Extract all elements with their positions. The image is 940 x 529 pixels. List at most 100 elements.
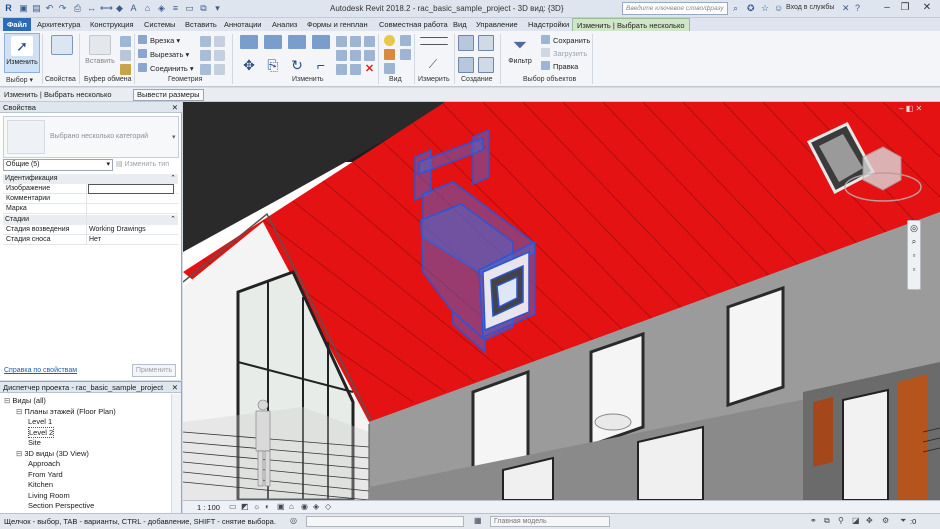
properties-help-link[interactable]: Справка по свойствам (4, 367, 77, 374)
steering-wheel-icon[interactable]: ◎ (908, 221, 920, 235)
trim-multiple-icon[interactable] (350, 36, 361, 47)
editable-only-icon[interactable]: ▦ (474, 516, 482, 525)
tab-9[interactable]: Вид (449, 18, 471, 31)
tag-icon[interactable]: ◆ (114, 3, 125, 14)
match-type-icon[interactable] (120, 64, 131, 75)
close-icon[interactable]: ✕ (915, 104, 922, 113)
mirror-axis-icon[interactable] (288, 35, 306, 49)
sign-in-menu[interactable]: Вход в службы (786, 4, 834, 11)
section-icon[interactable]: ◈ (156, 3, 167, 14)
browser-tree-item[interactable]: Section Perspective (28, 501, 94, 511)
print-icon[interactable]: ⎙ (72, 3, 83, 14)
user-icon[interactable]: ☺ (774, 3, 783, 14)
rotate-icon[interactable]: ↻ (288, 57, 306, 73)
mirror-line-icon[interactable] (312, 35, 330, 49)
workset-dropdown[interactable] (306, 516, 464, 527)
tab-0[interactable]: Файл (3, 18, 31, 31)
create-group-icon[interactable] (458, 57, 474, 73)
orbit-icon[interactable]: ▫ (908, 263, 920, 277)
cope-button[interactable]: Врезка ▾ (138, 35, 180, 46)
remove-paint-icon[interactable] (214, 64, 225, 75)
demolish-icon[interactable] (214, 36, 225, 47)
array-small-icon[interactable] (364, 50, 375, 61)
type-selector[interactable]: Выбрано несколько категорий ▾ (3, 116, 179, 158)
analytical-model-icon[interactable]: ◇ (325, 502, 331, 511)
align-icon[interactable] (240, 35, 258, 49)
delete-icon[interactable]: ✕ (364, 64, 375, 75)
tab-7[interactable]: Формы и генплан (303, 18, 372, 31)
browser-tree-item[interactable]: Kitchen (28, 480, 53, 490)
move-icon[interactable]: ✥ (240, 57, 258, 73)
detail-level-icon[interactable]: ▭ (229, 502, 237, 511)
design-option-dropdown[interactable]: Главная модель (490, 516, 610, 527)
wall-joins-icon[interactable] (200, 64, 211, 75)
properties-button[interactable] (44, 33, 80, 73)
group-identity-data[interactable]: Идентификация ⌃ (3, 174, 178, 184)
revit-logo-icon[interactable]: R (3, 3, 14, 14)
maximize-icon[interactable]: ❐ (898, 1, 912, 15)
scale-icon[interactable] (336, 64, 347, 75)
hide-in-view-icon[interactable] (384, 35, 395, 46)
exchange-apps-icon[interactable]: ✕ (842, 3, 850, 14)
filter-button[interactable]: ⏷ Фильтр (502, 33, 538, 73)
offset-icon[interactable] (264, 35, 282, 49)
subscription-icon[interactable]: ✪ (747, 3, 755, 14)
create-parts-icon[interactable] (478, 35, 494, 51)
select-underlay-icon[interactable]: ⧉ (824, 516, 830, 526)
linework-icon[interactable] (384, 63, 395, 74)
pin-icon[interactable] (350, 50, 361, 61)
edit-selection-button[interactable]: Правка (541, 61, 578, 72)
select-links-icon[interactable]: ⚭ (810, 516, 817, 525)
override-graphics-icon[interactable] (384, 49, 395, 60)
copy-element-icon[interactable]: ⎘ (264, 57, 282, 73)
split-icon[interactable] (336, 36, 347, 47)
minimize-icon[interactable]: – (899, 104, 903, 113)
view-option-2-icon[interactable] (400, 49, 411, 60)
load-selection-button[interactable]: Загрузить (541, 48, 587, 59)
select-by-face-icon[interactable]: ◪ (852, 516, 860, 525)
thin-lines-icon[interactable]: ≡ (170, 3, 181, 14)
filter-icon[interactable]: ⏷ (900, 516, 906, 526)
tab-5[interactable]: Аннотации (220, 18, 266, 31)
close-icon[interactable]: ✕ (169, 382, 178, 392)
property-row[interactable]: Изображение (3, 184, 178, 194)
tab-1[interactable]: Архитектура (33, 18, 84, 31)
scale-selector[interactable]: 1 : 100 (197, 503, 220, 512)
undo-icon[interactable]: ↶ (44, 3, 55, 14)
unpin-icon[interactable] (350, 64, 361, 75)
pan-icon[interactable]: ▫ (908, 249, 920, 263)
offset-small-icon[interactable] (364, 36, 375, 47)
aligned-dimension-icon[interactable]: ⟋ (420, 57, 446, 71)
visual-style-icon[interactable]: ◩ (241, 502, 249, 511)
minimize-icon[interactable]: – (880, 1, 894, 15)
browser-tree-item[interactable]: Approach (28, 459, 60, 469)
copy-icon[interactable] (120, 50, 131, 61)
browser-tree-item[interactable]: From Yard (28, 470, 63, 480)
drag-elements-icon[interactable]: ✥ (866, 516, 873, 525)
view-option-icon[interactable] (400, 35, 411, 46)
worksets-icon[interactable]: ◎ (290, 516, 297, 525)
paste-button[interactable]: Вставить (82, 33, 118, 73)
restore-icon[interactable]: ◧ (906, 104, 914, 113)
panel-select-label[interactable]: Выбор ▾ (6, 76, 33, 84)
zoom-icon[interactable]: ⌕ (908, 235, 920, 249)
open-icon[interactable]: ▣ (18, 3, 29, 14)
help-icon[interactable]: ? (855, 3, 860, 14)
unjoin-icon[interactable] (214, 50, 225, 61)
browser-tree-item[interactable]: ⊟ 3D виды (3D View) (16, 449, 89, 459)
3d-view-icon[interactable]: ⌂ (142, 3, 153, 14)
create-similar-icon[interactable] (478, 57, 494, 73)
tab-3[interactable]: Системы (140, 18, 179, 31)
array-icon[interactable] (336, 50, 347, 61)
save-icon[interactable]: ▤ (31, 3, 42, 14)
cut-icon[interactable] (120, 36, 131, 47)
tab-4[interactable]: Вставить (181, 18, 221, 31)
browser-tree-item[interactable]: ⊟ Планы этажей (Floor Plan) (16, 407, 116, 417)
shadows-icon[interactable]: ◐ (265, 502, 270, 511)
measure-between-icon[interactable] (420, 37, 448, 45)
split-face-icon[interactable] (200, 36, 211, 47)
measure-icon[interactable]: ↔ (86, 3, 97, 14)
reveal-hidden-icon[interactable]: ◈ (313, 502, 319, 511)
temp-hide-icon[interactable]: ◉ (301, 502, 308, 511)
close-icon[interactable]: ✕ (920, 1, 934, 15)
